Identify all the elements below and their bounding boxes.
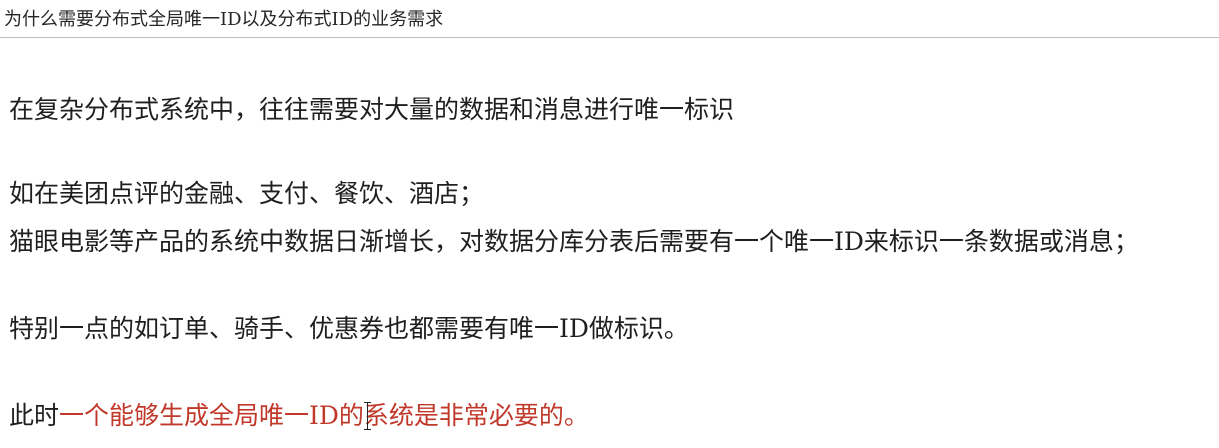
- paragraph-5: 此时一个能够生成全局唯一ID的系统是非常必要的。: [9, 400, 589, 432]
- page-title: 为什么需要分布式全局唯一ID以及分布式ID的业务需求: [4, 9, 444, 30]
- paragraph-2: 如在美团点评的金融、支付、餐饮、酒店；: [9, 179, 485, 208]
- paragraph-5-prefix: 此时: [9, 401, 60, 430]
- paragraph-1: 在复杂分布式系统中，往往需要对大量的数据和消息进行唯一标识: [9, 95, 735, 124]
- header-bar: 为什么需要分布式全局唯一ID以及分布式ID的业务需求: [0, 0, 1219, 38]
- document-body: 在复杂分布式系统中，往往需要对大量的数据和消息进行唯一标识 如在美团点评的金融、…: [0, 38, 1219, 448]
- text-cursor-icon: [363, 402, 372, 430]
- paragraph-4: 特别一点的如订单、骑手、优惠券也都需要有唯一ID做标识。: [9, 314, 689, 343]
- paragraph-5-highlight: 一个能够生成全局唯一ID的系统是非常必要的。: [59, 401, 589, 430]
- paragraph-3: 猫眼电影等产品的系统中数据日渐增长，对数据分库分表后需要有一个唯一ID来标识一条…: [9, 227, 1139, 256]
